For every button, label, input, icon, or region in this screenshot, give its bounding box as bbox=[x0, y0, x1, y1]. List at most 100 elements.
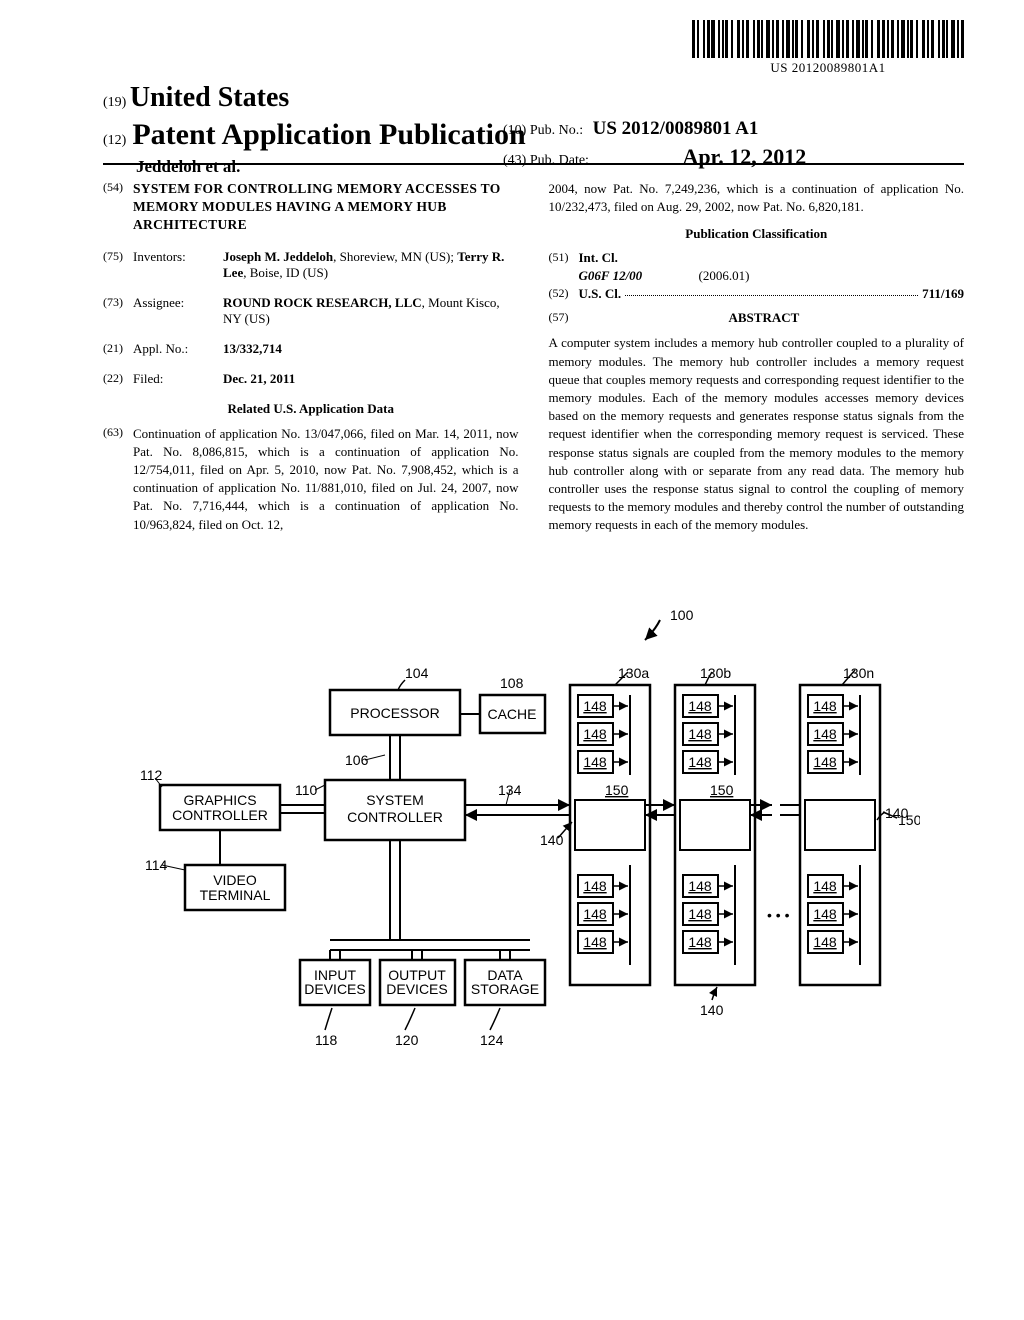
processor-label: PROCESSOR bbox=[350, 705, 439, 721]
intcl-code-row: G06F 12/00 (2006.01) bbox=[579, 268, 965, 284]
input-label-2: DEVICES bbox=[304, 981, 365, 997]
pubdate-line: (43) Pub. Date: Apr. 12, 2012 bbox=[503, 144, 806, 170]
storage-label-2: STORAGE bbox=[471, 981, 539, 997]
uscl-num: (52) bbox=[549, 286, 579, 302]
memory-module-130a: 130a 148 148 148 150 148 148 148 bbox=[570, 665, 650, 985]
graphics-label-1: GRAPHICS bbox=[183, 792, 256, 808]
svg-text:148: 148 bbox=[583, 726, 607, 742]
svg-text:148: 148 bbox=[813, 934, 837, 950]
svg-text:148: 148 bbox=[583, 878, 607, 894]
intcl-row: (51) Int. Cl. bbox=[549, 250, 965, 266]
country-name: United States bbox=[130, 82, 289, 113]
pub-type: Patent Application Publication bbox=[132, 118, 525, 152]
abstract-head: ABSTRACT bbox=[729, 310, 800, 326]
assignee-name: ROUND ROCK RESEARCH, LLC bbox=[223, 295, 422, 310]
divider bbox=[103, 163, 964, 165]
related-num: (63) bbox=[103, 425, 133, 534]
ref-110: 110 bbox=[295, 782, 318, 798]
columns: (54) SYSTEM FOR CONTROLLING MEMORY ACCES… bbox=[103, 180, 964, 548]
inventors-value: Joseph M. Jeddeloh, Shoreview, MN (US); … bbox=[223, 249, 519, 281]
ref-130b: 130b bbox=[700, 665, 731, 681]
barcode-region: US 20120089801A1 bbox=[692, 20, 964, 76]
svg-text:148: 148 bbox=[813, 754, 837, 770]
title-num: (54) bbox=[103, 180, 133, 235]
ref-140-left: 140 bbox=[540, 832, 564, 848]
applno-label: Appl. No.: bbox=[133, 341, 223, 357]
applno-value: 13/332,714 bbox=[223, 341, 519, 357]
svg-text:148: 148 bbox=[813, 726, 837, 742]
applno-num: (21) bbox=[103, 341, 133, 357]
uscl-value: 711/169 bbox=[922, 286, 964, 302]
filed-label: Filed: bbox=[133, 371, 223, 387]
svg-text:148: 148 bbox=[583, 934, 607, 950]
ref-124: 124 bbox=[480, 1032, 504, 1048]
pub-num: (12) bbox=[103, 133, 126, 149]
intcl-date: (2006.01) bbox=[699, 268, 750, 284]
ref-140-bottom: 140 bbox=[700, 1002, 724, 1018]
country-num: (19) bbox=[103, 95, 126, 110]
pubdate-value: Apr. 12, 2012 bbox=[682, 144, 806, 169]
barcode bbox=[692, 20, 964, 58]
svg-text:150: 150 bbox=[605, 782, 629, 798]
abstract-row: (57) ABSTRACT bbox=[549, 310, 965, 332]
inventor-1: Joseph M. Jeddeloh bbox=[223, 249, 333, 264]
ref-118: 118 bbox=[315, 1032, 338, 1048]
svg-text:148: 148 bbox=[813, 906, 837, 922]
related-row: (63) Continuation of application No. 13/… bbox=[103, 425, 519, 534]
right-column: 2004, now Pat. No. 7,249,236, which is a… bbox=[549, 180, 965, 548]
related-text: Continuation of application No. 13/047,0… bbox=[133, 425, 519, 534]
ref-120: 120 bbox=[395, 1032, 419, 1048]
intcl-label: Int. Cl. bbox=[579, 250, 618, 266]
pubno-num: (10) bbox=[503, 123, 526, 138]
svg-text:148: 148 bbox=[688, 878, 712, 894]
uscl-label: U.S. Cl. bbox=[579, 286, 622, 302]
assignee-num: (73) bbox=[103, 295, 133, 327]
svg-text:148: 148 bbox=[583, 906, 607, 922]
continuation-text: 2004, now Pat. No. 7,249,236, which is a… bbox=[549, 180, 965, 216]
assignee-label: Assignee: bbox=[133, 295, 223, 327]
ref-130a: 130a bbox=[618, 665, 649, 681]
pubno-label: Pub. No.: bbox=[530, 123, 583, 138]
video-label-2: TERMINAL bbox=[200, 887, 271, 903]
svg-text:148: 148 bbox=[688, 698, 712, 714]
barcode-text: US 20120089801A1 bbox=[692, 60, 964, 76]
related-head: Related U.S. Application Data bbox=[103, 401, 519, 417]
output-label-2: DEVICES bbox=[386, 981, 447, 997]
filed-num: (22) bbox=[103, 371, 133, 387]
pubdate-label: Pub. Date: bbox=[530, 153, 589, 168]
intcl-num: (51) bbox=[549, 250, 579, 266]
abstract-num: (57) bbox=[549, 310, 579, 332]
pubno-line: (10) Pub. No.: US 2012/0089801 A1 bbox=[503, 118, 806, 140]
ellipsis: • • • bbox=[767, 907, 790, 923]
svg-text:148: 148 bbox=[688, 934, 712, 950]
cache-label: CACHE bbox=[487, 706, 536, 722]
processor-ref: 104 bbox=[405, 665, 429, 681]
svg-text:148: 148 bbox=[583, 754, 607, 770]
memory-module-130n: 130n 148 148 148 148 148 148 bbox=[800, 665, 880, 985]
ref-112: 112 bbox=[140, 767, 163, 783]
svg-text:150: 150 bbox=[710, 782, 734, 798]
filed-value: Dec. 21, 2011 bbox=[223, 371, 519, 387]
inventors-label: Inventors: bbox=[133, 249, 223, 281]
pubno-value: US 2012/0089801 A1 bbox=[593, 118, 759, 139]
title-row: (54) SYSTEM FOR CONTROLLING MEMORY ACCES… bbox=[103, 180, 519, 235]
cache-ref: 108 bbox=[500, 675, 524, 691]
country-line: (19) United States bbox=[103, 82, 964, 114]
svg-text:148: 148 bbox=[583, 698, 607, 714]
dots-icon bbox=[625, 286, 918, 296]
ref-150-right: 150 bbox=[898, 812, 920, 828]
block-diagram: 100 PROCESSOR 104 CACHE 108 106 SYSTEM C… bbox=[100, 600, 920, 1100]
svg-text:148: 148 bbox=[813, 698, 837, 714]
svg-text:148: 148 bbox=[688, 754, 712, 770]
pubdate-num: (43) bbox=[503, 153, 526, 168]
ref-100: 100 bbox=[670, 607, 694, 623]
intcl-code: G06F 12/00 bbox=[579, 268, 699, 284]
uscl-row: (52) U.S. Cl. 711/169 bbox=[549, 286, 965, 302]
video-label-1: VIDEO bbox=[213, 872, 257, 888]
filed-row: (22) Filed: Dec. 21, 2011 bbox=[103, 371, 519, 387]
sysctrl-label-1: SYSTEM bbox=[366, 792, 424, 808]
inventors-num: (75) bbox=[103, 249, 133, 281]
assignee-row: (73) Assignee: ROUND ROCK RESEARCH, LLC,… bbox=[103, 295, 519, 327]
graphics-label-2: CONTROLLER bbox=[172, 807, 268, 823]
invention-title: SYSTEM FOR CONTROLLING MEMORY ACCESSES T… bbox=[133, 180, 519, 235]
